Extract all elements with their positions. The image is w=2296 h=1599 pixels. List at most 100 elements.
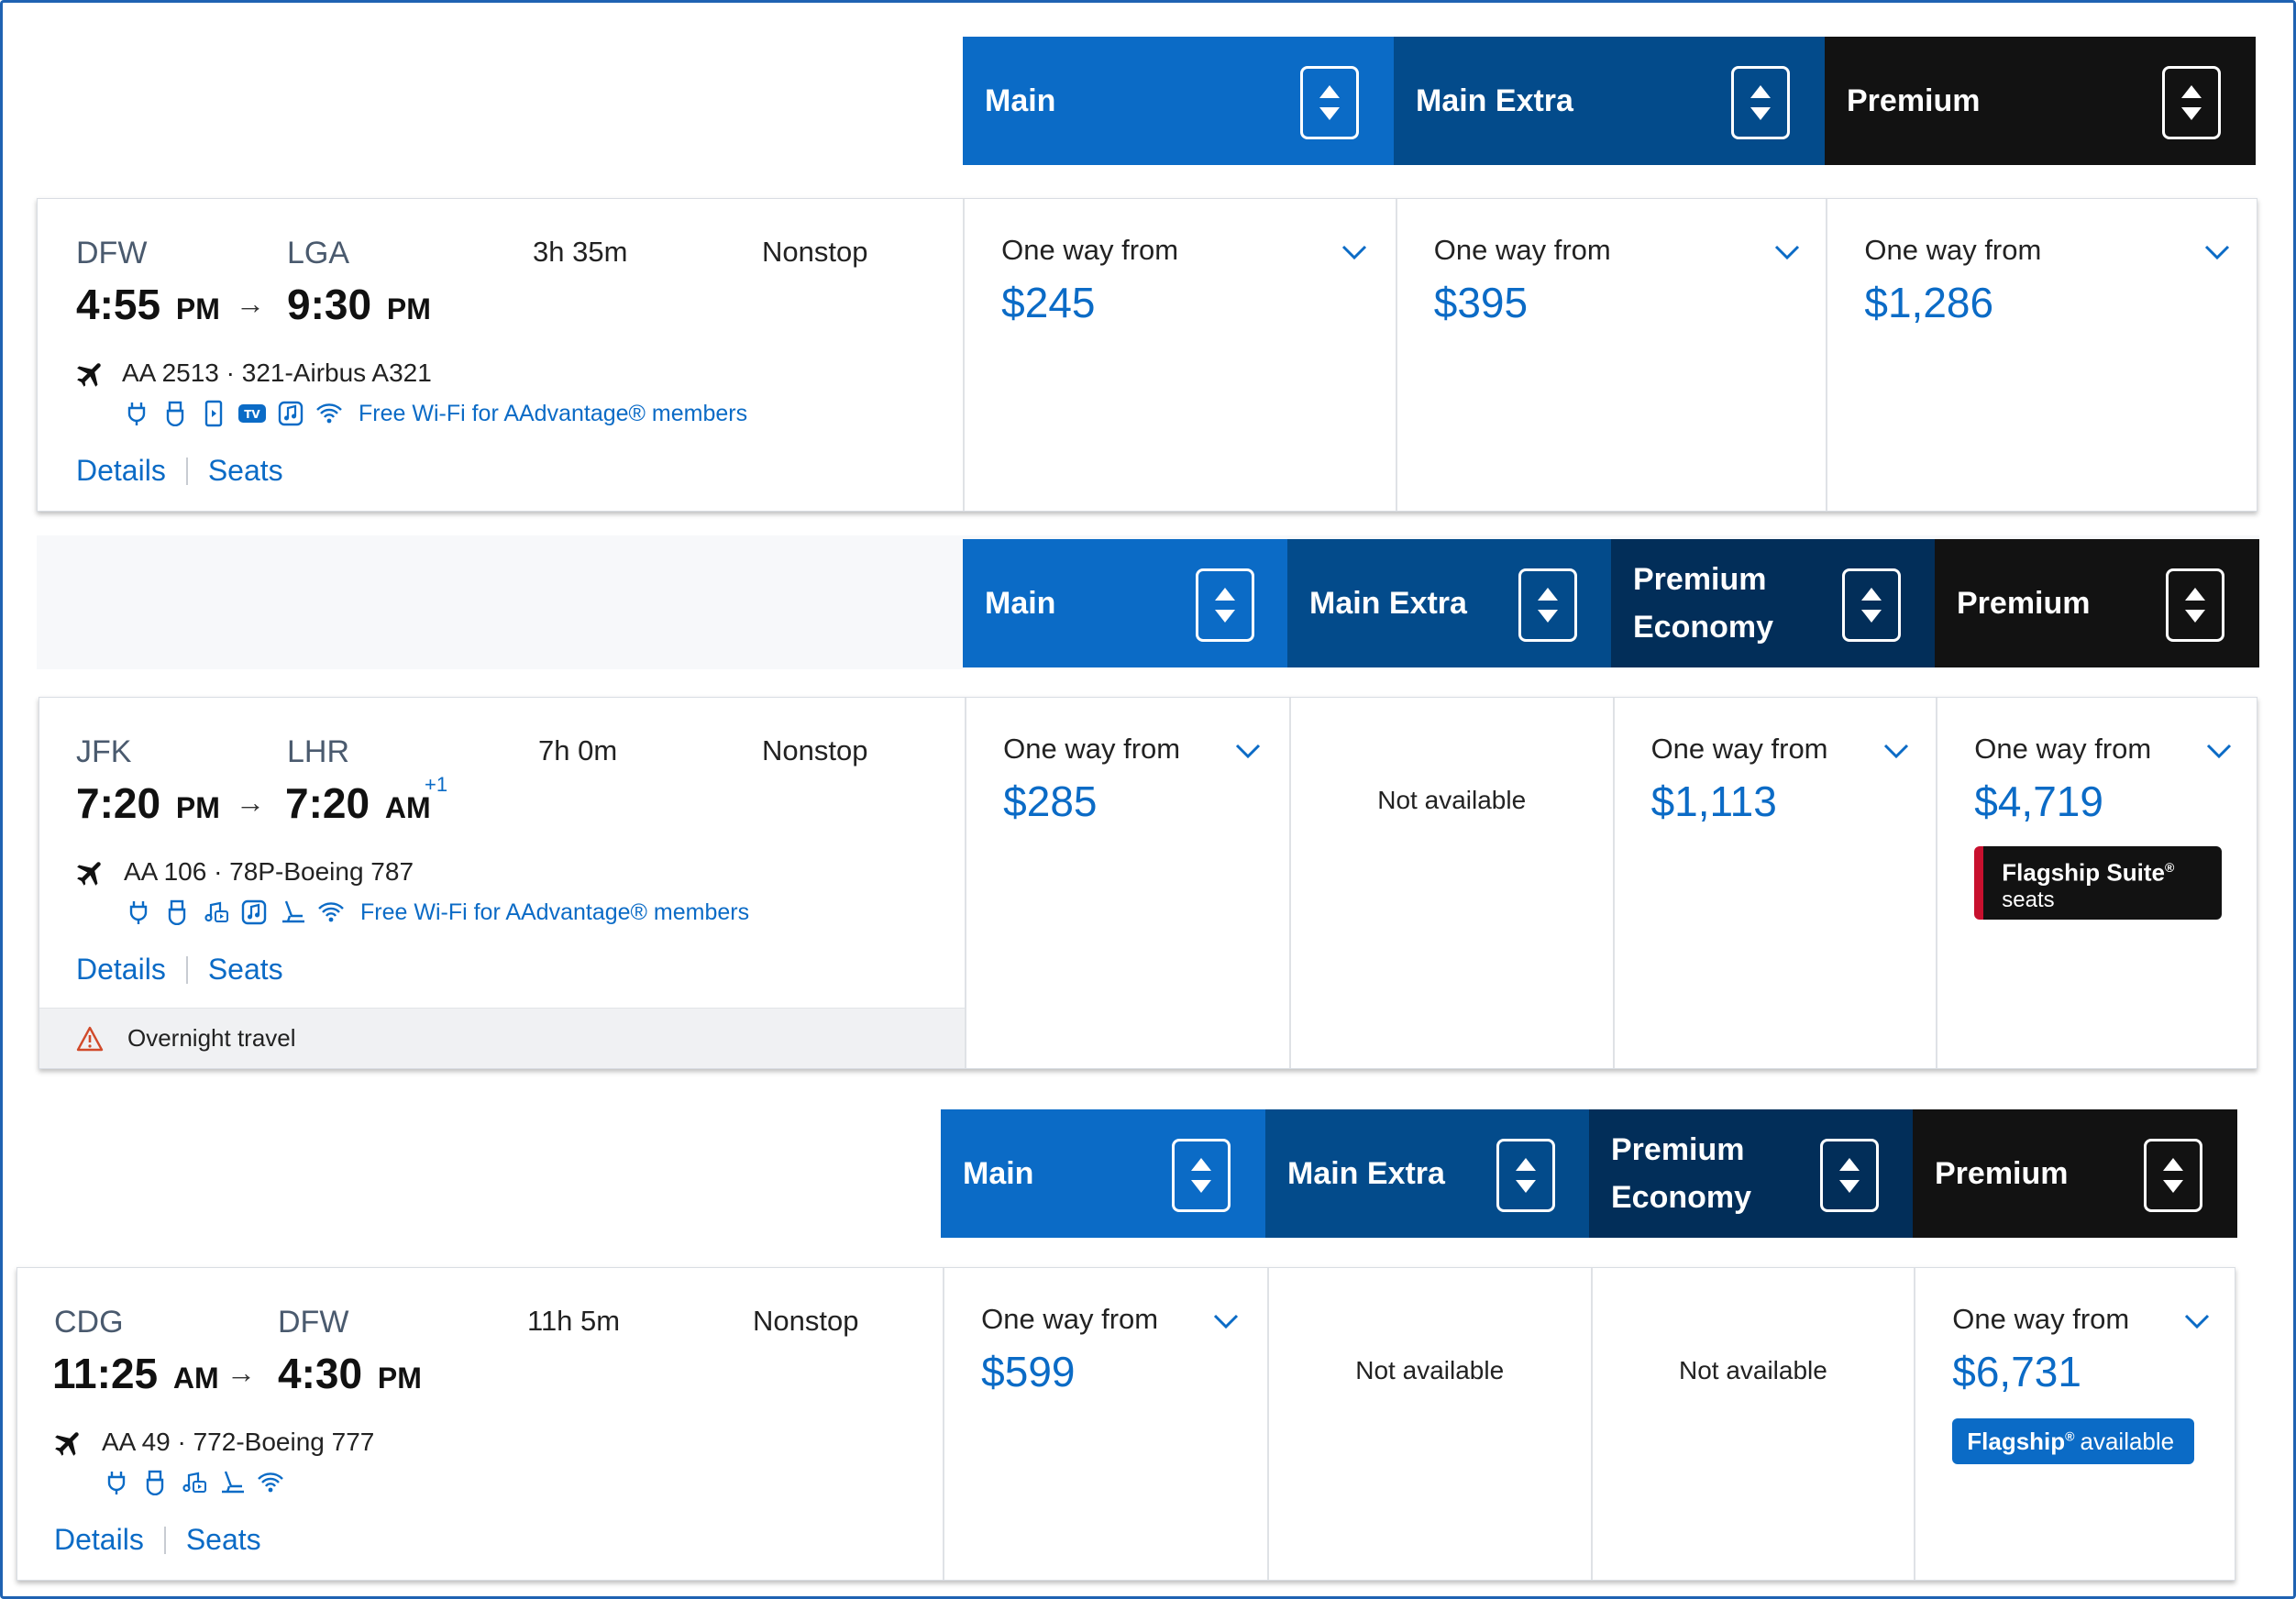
- badge-subtext: seats: [2002, 887, 2055, 912]
- cabin-tab-main-extra[interactable]: Main Extra: [1394, 37, 1825, 165]
- cabin-tab-main[interactable]: Main: [963, 539, 1287, 667]
- flight-info: CDG DFW 11h 5m Nonstop 11:25 AM → 4:30 P…: [17, 1268, 943, 1580]
- sort-toggle-button[interactable]: [1820, 1139, 1879, 1212]
- cabin-tab-premium[interactable]: Premium: [1913, 1109, 2237, 1238]
- details-link[interactable]: Details: [76, 454, 166, 488]
- sort-down-icon: [1516, 1180, 1536, 1193]
- cabin-tab-label: Main Extra: [1416, 83, 1573, 118]
- fare-label: One way from: [1974, 733, 2152, 765]
- chevron-down-icon[interactable]: [1212, 1312, 1240, 1330]
- origin-code: DFW: [76, 236, 148, 270]
- fare-cell-main[interactable]: One way from $245: [963, 199, 1396, 511]
- chevron-down-icon[interactable]: [2183, 1312, 2211, 1330]
- sort-toggle-button[interactable]: [1731, 66, 1790, 139]
- sort-toggle-button[interactable]: [2162, 66, 2221, 139]
- fare-price: $1,286: [1864, 279, 1994, 326]
- overnight-text: Overnight travel: [127, 1024, 296, 1052]
- fare-price: $285: [1003, 777, 1098, 825]
- power-outlet-icon: [124, 898, 153, 927]
- cabin-tab-main-extra[interactable]: Main Extra: [1265, 1109, 1589, 1238]
- link-divider: [163, 1526, 166, 1554]
- sort-down-icon: [1750, 107, 1771, 120]
- sort-toggle-button[interactable]: [1518, 568, 1577, 642]
- cabin-header-row: Main Main Extra Premium: [963, 37, 2256, 165]
- not-available-text: Not available: [1355, 1356, 1505, 1384]
- sort-toggle-button[interactable]: [2166, 568, 2224, 642]
- origin-code: CDG: [54, 1305, 124, 1340]
- music-icon: [239, 898, 269, 927]
- sort-up-icon: [1839, 1158, 1860, 1171]
- flagship-available-badge: Flagship® available: [1952, 1418, 2195, 1464]
- cabin-tab-premium-economy[interactable]: Premium Economy: [1589, 1109, 1913, 1238]
- arrival-ampm: PM: [377, 1362, 422, 1395]
- flight-info: JFK LHR 7h 0m Nonstop 7:20 PM → 7:20 AM …: [39, 698, 966, 1068]
- departure-clock: 4:55: [76, 281, 161, 328]
- cabin-tab-main-extra[interactable]: Main Extra: [1287, 539, 1611, 667]
- fare-cell-premium[interactable]: One way from $6,731 Flagship® available: [1914, 1268, 2235, 1580]
- sort-down-icon: [1538, 610, 1558, 623]
- sort-up-icon: [1191, 1158, 1211, 1171]
- fare-cell-main-extra[interactable]: One way from $395: [1395, 199, 1827, 511]
- sort-toggle-button[interactable]: [1196, 568, 1254, 642]
- chevron-down-icon[interactable]: [1773, 243, 1801, 261]
- lie-flat-seat-icon: [278, 898, 307, 927]
- cabin-tab-premium-economy[interactable]: Premium Economy: [1611, 539, 1935, 667]
- fare-cell-main[interactable]: One way from $599: [943, 1268, 1267, 1580]
- stops-label: Nonstop: [762, 236, 868, 268]
- sort-up-icon: [2185, 588, 2205, 601]
- sort-down-icon: [2163, 1180, 2183, 1193]
- chevron-down-icon[interactable]: [2203, 243, 2231, 261]
- cabin-tab-premium[interactable]: Premium: [1935, 539, 2259, 667]
- svg-text:TV: TV: [244, 408, 260, 421]
- sort-down-icon: [1839, 1180, 1860, 1193]
- cabin-tab-main[interactable]: Main: [941, 1109, 1265, 1238]
- arrival-ampm: PM: [386, 292, 431, 325]
- badge-title-text: Flagship: [1967, 1427, 2066, 1455]
- amenities: Free Wi-Fi for AAdvantage® members: [124, 898, 749, 927]
- flight-info: DFW LGA 3h 35m Nonstop 4:55 PM → 9:30 PM…: [38, 199, 963, 511]
- cabin-tab-premium[interactable]: Premium: [1825, 37, 2256, 165]
- seats-link[interactable]: Seats: [208, 454, 283, 488]
- sort-up-icon: [2181, 85, 2202, 98]
- cabin-header-row: Main Main Extra Premium Economy Premium: [941, 1109, 2237, 1238]
- sort-toggle-button[interactable]: [1300, 66, 1359, 139]
- cabin-tab-main[interactable]: Main: [963, 37, 1394, 165]
- sort-toggle-button[interactable]: [1172, 1139, 1231, 1212]
- cabin-tab-label: Main Extra: [1287, 1156, 1445, 1191]
- sort-up-icon: [1319, 85, 1340, 98]
- airplane-icon: [55, 1432, 79, 1456]
- fare-cell-premium-economy[interactable]: One way from $1,113: [1612, 698, 1937, 1068]
- usb-icon: [162, 898, 192, 927]
- departure-ampm: PM: [175, 791, 220, 824]
- seats-link[interactable]: Seats: [186, 1523, 261, 1557]
- fare-cell-premium[interactable]: One way from $1,286: [1826, 199, 2257, 511]
- sort-toggle-button[interactable]: [2144, 1139, 2202, 1212]
- fare-cell-main-extra: Not available: [1288, 698, 1613, 1068]
- fare-cell-main[interactable]: One way from $285: [965, 698, 1289, 1068]
- sort-down-icon: [2181, 107, 2202, 120]
- flight-links: Details Seats: [76, 454, 283, 488]
- sort-toggle-button[interactable]: [1842, 568, 1901, 642]
- arrival-clock: 4:30: [278, 1350, 363, 1397]
- badge-subtext: available: [2080, 1427, 2175, 1455]
- chevron-down-icon[interactable]: [2205, 742, 2233, 760]
- wifi-offer-text: Free Wi-Fi for AAdvantage® members: [360, 899, 750, 925]
- chevron-down-icon[interactable]: [1882, 742, 1910, 760]
- flight-number: AA 2513 · 321-Airbus A321: [122, 358, 432, 387]
- arrival-clock: 7:20: [285, 779, 370, 827]
- details-link[interactable]: Details: [54, 1523, 144, 1557]
- departure-ampm: AM: [172, 1362, 219, 1395]
- badge-title: Flagship Suite®: [2002, 854, 2222, 887]
- stops-label: Nonstop: [753, 1305, 859, 1337]
- on-demand-entertainment-icon: [179, 1468, 208, 1497]
- sort-toggle-button[interactable]: [1496, 1139, 1555, 1212]
- chevron-down-icon[interactable]: [1341, 243, 1368, 261]
- arrival-clock: 9:30: [287, 281, 372, 328]
- departure-time: 4:55 PM: [76, 280, 220, 329]
- fare-cell-premium[interactable]: One way from $4,719 Flagship Suite® seat…: [1936, 698, 2257, 1068]
- details-link[interactable]: Details: [76, 953, 166, 987]
- sort-down-icon: [1215, 610, 1235, 623]
- seats-link[interactable]: Seats: [208, 953, 283, 987]
- arrow-right-icon: →: [226, 1356, 256, 1389]
- chevron-down-icon[interactable]: [1234, 742, 1262, 760]
